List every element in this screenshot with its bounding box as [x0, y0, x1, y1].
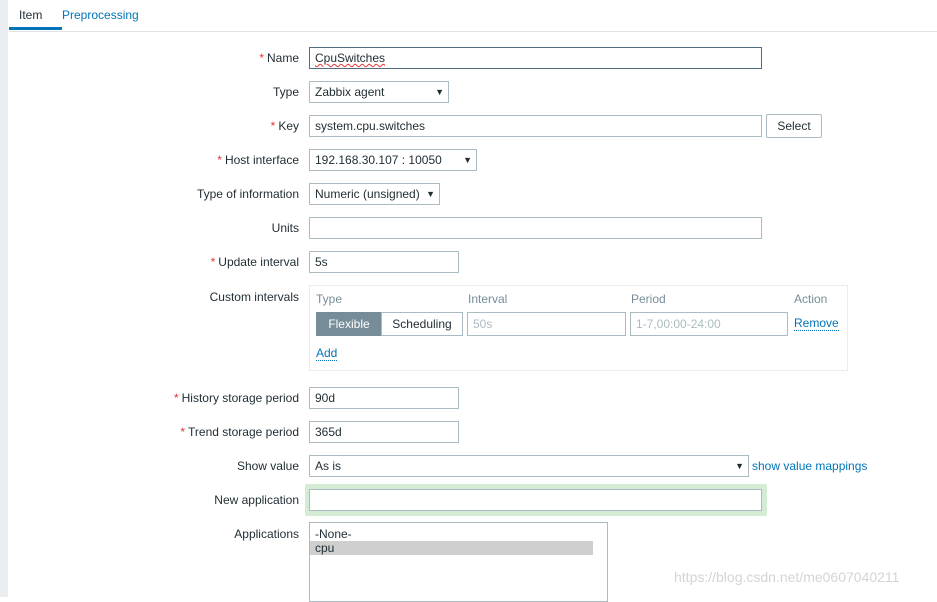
custom-intervals-table: Type Interval Period Action Flexible Sch… — [309, 285, 848, 371]
column-header-action: Action — [794, 292, 828, 306]
name-label: * Name — [259, 51, 299, 65]
update-interval-label: * Update interval — [210, 255, 299, 269]
column-header-interval: Interval — [468, 292, 508, 306]
new-application-input[interactable] — [309, 489, 762, 511]
custom-intervals-label: Custom intervals — [209, 290, 299, 304]
required-marker: * — [259, 51, 264, 65]
application-option-none[interactable]: -None- — [310, 527, 593, 541]
units-input[interactable] — [309, 217, 762, 239]
tab-bar: Item Preprocessing — [9, 0, 937, 32]
remove-link[interactable]: Remove — [794, 316, 839, 331]
flexible-toggle[interactable]: Flexible — [316, 312, 382, 336]
applications-label: Applications — [234, 527, 299, 541]
type-select[interactable]: Zabbix agent ▼ — [309, 81, 449, 103]
host-interface-select[interactable]: 192.168.30.107 : 10050 ▼ — [309, 149, 477, 171]
column-header-type: Type — [316, 292, 343, 306]
host-interface-label: * Host interface — [217, 153, 299, 167]
type-of-information-label: Type of information — [196, 187, 299, 201]
left-sidebar-strip — [0, 0, 8, 597]
show-value-label: Show value — [236, 459, 299, 473]
chevron-down-icon: ▼ — [735, 461, 744, 471]
tab-item[interactable]: Item — [9, 0, 62, 30]
type-label: Type — [272, 85, 299, 99]
history-storage-input[interactable]: 90d — [309, 387, 459, 409]
column-header-period: Period — [631, 292, 666, 306]
show-value-mappings-link[interactable]: show value mappings — [752, 459, 867, 473]
application-option-cpu[interactable]: cpu — [310, 541, 593, 555]
type-of-information-select[interactable]: Numeric (unsigned) ▼ — [309, 183, 440, 205]
name-input[interactable]: CpuSwitches — [309, 47, 762, 69]
period-input[interactable]: 1-7,00:00-24:00 — [630, 312, 788, 336]
scheduling-toggle[interactable]: Scheduling — [381, 312, 463, 336]
new-application-label: New application — [214, 493, 299, 507]
chevron-down-icon: ▼ — [426, 189, 435, 199]
history-storage-label: * History storage period — [173, 391, 299, 405]
watermark: https://blog.csdn.net/me0607040211 — [674, 569, 900, 585]
trend-storage-input[interactable]: 365d — [309, 421, 459, 443]
update-interval-input[interactable]: 5s — [309, 251, 459, 273]
show-value-select[interactable]: As is ▼ — [309, 455, 749, 477]
chevron-down-icon: ▼ — [463, 155, 472, 165]
key-label: * Key — [270, 119, 299, 133]
interval-input[interactable]: 50s — [467, 312, 626, 336]
tab-preprocessing[interactable]: Preprocessing — [62, 0, 139, 30]
key-input[interactable]: system.cpu.switches — [309, 115, 762, 137]
units-label: Units — [271, 221, 299, 235]
chevron-down-icon: ▼ — [435, 87, 444, 97]
key-select-button[interactable]: Select — [766, 114, 822, 138]
applications-listbox[interactable]: -None- cpu — [309, 522, 608, 602]
add-interval-link[interactable]: Add — [316, 346, 338, 361]
trend-storage-label: * Trend storage period — [180, 425, 299, 439]
